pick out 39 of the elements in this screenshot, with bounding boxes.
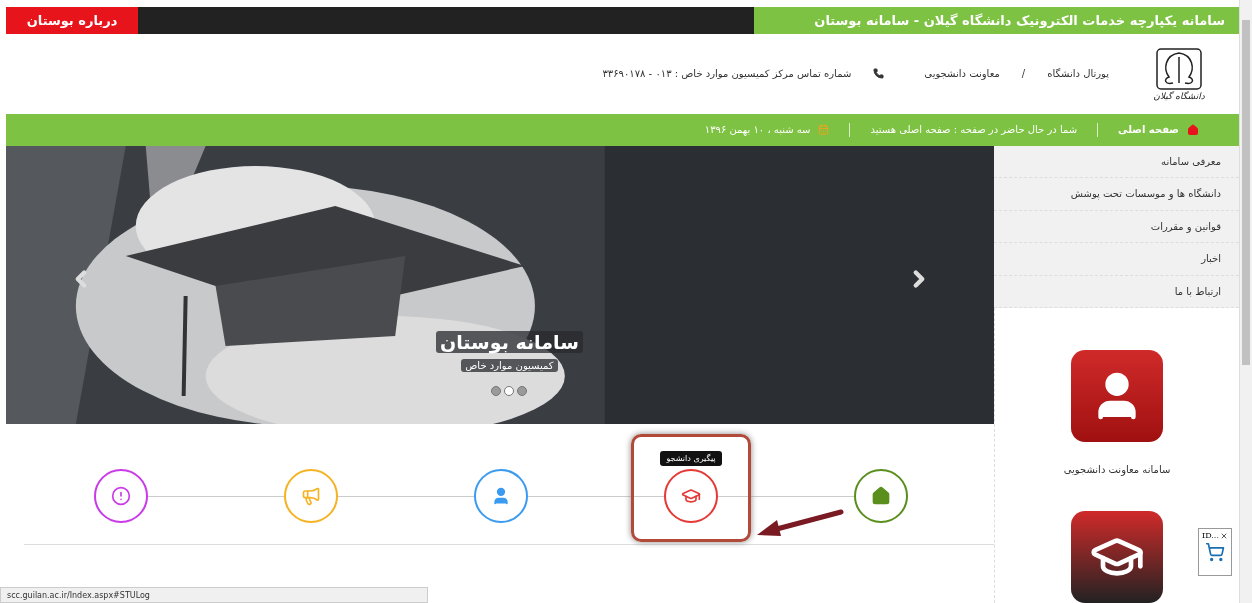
cart-icon[interactable] [1205, 542, 1225, 562]
breadcrumb-separator: / [1021, 68, 1026, 80]
student-tile[interactable] [1071, 350, 1163, 442]
graduation-tile[interactable] [1071, 511, 1163, 603]
home-icon [1187, 123, 1199, 136]
widget-title: ID... [1202, 531, 1219, 540]
calendar-icon [818, 124, 830, 136]
contact-text: شماره تماس مرکز کمیسیون موارد خاص : ۰۱۳ - ۳۳۶۹۰۱۷۸ [602, 68, 852, 80]
promo-label[interactable]: سامانه معاونت دانشجویی [1063, 464, 1171, 475]
step-button[interactable] [854, 468, 908, 523]
step-button[interactable] [94, 468, 148, 523]
sidebar-item[interactable]: معرفی سامانه [994, 145, 1239, 178]
portal-link[interactable]: پورتال دانشگاه [1047, 68, 1109, 80]
scrollbar-thumb[interactable] [1242, 20, 1250, 365]
slide-dot[interactable] [504, 385, 515, 396]
alert-icon [111, 485, 131, 506]
close-icon[interactable] [1219, 531, 1228, 540]
home-icon [871, 485, 891, 506]
location-text: شما در حال حاضر در صفحه : صفحه اصلی هستید [870, 124, 1078, 136]
logo-caption: دانشگاه گیلان [1153, 91, 1205, 101]
sidebar-item[interactable]: دانشگاه ها و موسسات تحت پوشش [994, 178, 1239, 211]
slide-title: سامانه بوستان [436, 330, 583, 353]
logo-icon [1155, 47, 1203, 91]
tooltip: پیگیری دانشجو [660, 450, 722, 466]
site-title: سامانه یکپارچه خدمات الکترونیک دانشگاه گیلان - سامانه بوستان [754, 7, 1239, 35]
sidebar-item[interactable]: قوانین و مقررات [994, 210, 1239, 243]
status-url: scc.guilan.ac.ir/Index.aspx#STULog [0, 587, 428, 603]
step-button[interactable] [664, 468, 718, 523]
slide-dot[interactable] [517, 385, 528, 396]
deputy-link[interactable]: معاونت دانشجویی [924, 68, 1000, 80]
step-button[interactable] [474, 468, 528, 523]
user-icon [491, 485, 511, 506]
sidebar-item[interactable]: ارتباط با ما [994, 275, 1239, 308]
about-button[interactable]: درباره بوستان [6, 7, 138, 35]
megaphone-icon [301, 485, 321, 506]
date-text: سه شنبه ، ۱۰ بهمن ۱۳۹۶ [704, 124, 811, 136]
sidebar-item[interactable]: اخبار [994, 243, 1239, 276]
slide-dot[interactable] [491, 385, 502, 396]
phone-icon [873, 68, 885, 80]
